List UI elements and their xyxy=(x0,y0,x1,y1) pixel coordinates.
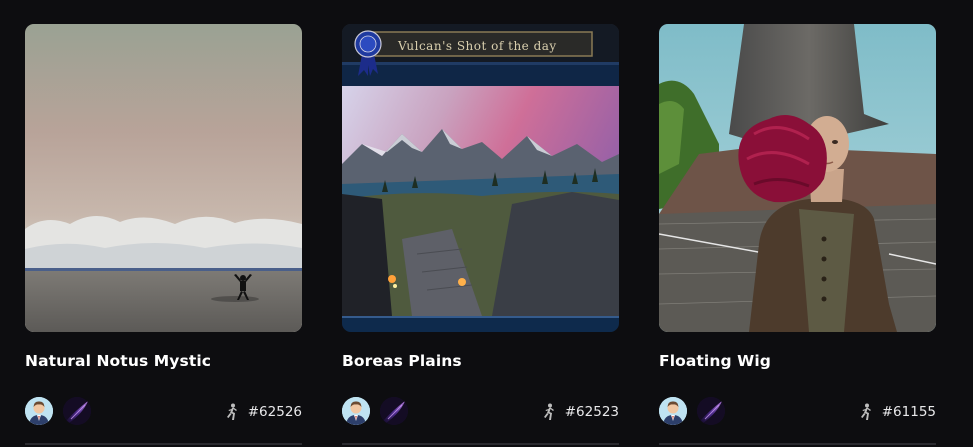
floating-wig-image xyxy=(659,24,936,332)
card-meta: #61155 xyxy=(659,397,936,427)
card-divider xyxy=(25,443,302,445)
token-id-group: #61155 xyxy=(858,402,936,422)
boreas-plains-image: Vulcan's Shot of the day xyxy=(342,24,619,332)
card-thumbnail[interactable]: Vulcan's Shot of the day xyxy=(342,24,619,332)
user-avatar-icon[interactable] xyxy=(25,397,53,425)
card-title[interactable]: Natural Notus Mystic xyxy=(25,352,211,370)
card-title[interactable]: Floating Wig xyxy=(659,352,771,370)
token-id: #62526 xyxy=(247,404,302,420)
running-figure-icon xyxy=(224,403,240,421)
user-avatar-icon[interactable] xyxy=(342,397,370,425)
token-id: #62523 xyxy=(564,404,619,420)
misty-plain-image xyxy=(25,24,302,332)
running-figure-icon xyxy=(541,403,557,421)
card-meta: #62523 xyxy=(342,397,619,427)
token-id-group: #62523 xyxy=(541,402,619,422)
collection-avatar-icon[interactable] xyxy=(380,397,408,425)
card-title[interactable]: Boreas Plains xyxy=(342,352,462,370)
nft-card[interactable]: Floating Wig #61155 xyxy=(659,0,936,447)
nft-card[interactable]: Vulcan's Shot of the day Boreas Plains #… xyxy=(342,0,619,447)
card-thumbnail[interactable] xyxy=(659,24,936,332)
card-divider xyxy=(342,443,619,445)
collection-avatar-icon[interactable] xyxy=(63,397,91,425)
collection-avatar-icon[interactable] xyxy=(697,397,725,425)
running-figure-icon xyxy=(858,403,874,421)
banner-text: Vulcan's Shot of the day xyxy=(397,39,557,53)
token-id-group: #62526 xyxy=(224,402,302,422)
card-meta: #62526 xyxy=(25,397,302,427)
nft-card[interactable]: Natural Notus Mystic #62526 xyxy=(25,0,302,447)
card-divider xyxy=(659,443,936,445)
token-id: #61155 xyxy=(881,404,936,420)
nft-card-grid: Natural Notus Mystic #62526 Vulcan's Sho… xyxy=(0,0,973,447)
card-thumbnail[interactable] xyxy=(25,24,302,332)
user-avatar-icon[interactable] xyxy=(659,397,687,425)
